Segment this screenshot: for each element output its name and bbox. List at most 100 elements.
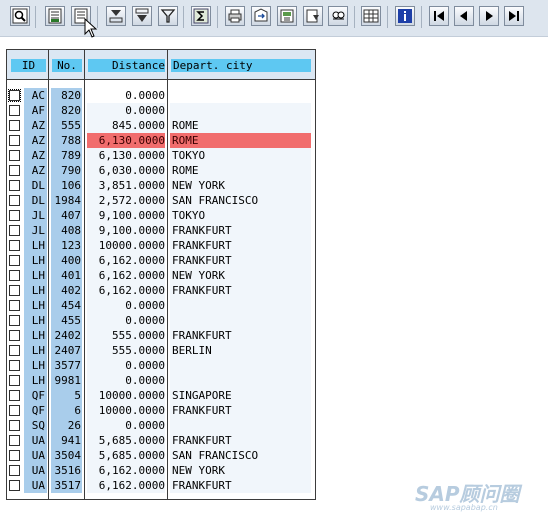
table-row[interactable]: JL 408 9,100.0000 FRANKFURT <box>7 223 315 238</box>
cell-depart-city[interactable]: BERLIN <box>170 343 311 358</box>
table-row[interactable]: AC 820 0.0000 <box>7 88 315 103</box>
cell-no[interactable]: 123 <box>51 238 82 253</box>
row-checkbox[interactable] <box>9 375 20 386</box>
cell-depart-city[interactable]: ROME <box>170 163 311 178</box>
cell-distance[interactable]: 6,130.0000 <box>87 133 165 148</box>
row-checkbox[interactable] <box>9 300 20 311</box>
select-all-icon[interactable] <box>45 6 65 26</box>
cell-no[interactable]: 788 <box>51 133 82 148</box>
table-row[interactable]: DL 106 3,851.0000 NEW YORK <box>7 178 315 193</box>
column-header-depart-city[interactable]: Depart. city <box>171 59 311 72</box>
cell-id[interactable]: UA <box>24 448 47 463</box>
cell-distance[interactable]: 6,162.0000 <box>87 283 165 298</box>
cell-id[interactable]: AZ <box>24 163 47 178</box>
cell-no[interactable]: 5 <box>51 388 82 403</box>
cell-no[interactable]: 26 <box>51 418 82 433</box>
cell-no[interactable]: 790 <box>51 163 82 178</box>
cell-no[interactable]: 3577 <box>51 358 82 373</box>
sort-ascending-icon[interactable] <box>106 6 126 26</box>
cell-depart-city[interactable]: TOKYO <box>170 208 311 223</box>
cell-depart-city[interactable]: NEW YORK <box>170 178 311 193</box>
cell-distance[interactable]: 845.0000 <box>87 118 165 133</box>
cell-distance[interactable]: 10000.0000 <box>87 388 165 403</box>
cell-distance[interactable]: 0.0000 <box>87 298 165 313</box>
save-layout-icon[interactable] <box>277 6 297 26</box>
table-row[interactable]: DL 1984 2,572.0000 SAN FRANCISCO <box>7 193 315 208</box>
table-row[interactable]: LH 2402 555.0000 FRANKFURT <box>7 328 315 343</box>
cell-no[interactable]: 106 <box>51 178 82 193</box>
cell-id[interactable]: LH <box>24 358 47 373</box>
cell-depart-city[interactable]: ROME <box>170 118 311 133</box>
table-row[interactable]: AF 820 0.0000 <box>7 103 315 118</box>
cell-no[interactable]: 3517 <box>51 478 82 493</box>
cell-depart-city[interactable]: FRANKFURT <box>170 328 311 343</box>
row-checkbox[interactable] <box>9 180 20 191</box>
sort-descending-icon[interactable] <box>132 6 152 26</box>
cell-distance[interactable]: 0.0000 <box>87 373 165 388</box>
grid-view-icon[interactable] <box>361 6 381 26</box>
cell-depart-city[interactable]: FRANKFURT <box>170 253 311 268</box>
row-checkbox[interactable] <box>9 270 20 281</box>
cell-depart-city[interactable]: NEW YORK <box>170 463 311 478</box>
cell-distance[interactable]: 6,162.0000 <box>87 253 165 268</box>
filter-icon[interactable] <box>158 6 178 26</box>
cell-depart-city[interactable] <box>170 313 311 328</box>
cell-no[interactable]: 3516 <box>51 463 82 478</box>
find-icon[interactable] <box>328 6 348 26</box>
cell-id[interactable]: SQ <box>24 418 47 433</box>
cell-id[interactable]: AZ <box>24 133 47 148</box>
row-checkbox[interactable] <box>9 240 20 251</box>
cell-distance[interactable]: 6,130.0000 <box>87 148 165 163</box>
cell-distance[interactable]: 5,685.0000 <box>87 433 165 448</box>
details-icon[interactable] <box>10 6 30 26</box>
cell-id[interactable]: LH <box>24 298 47 313</box>
cell-id[interactable]: QF <box>24 403 47 418</box>
cell-no[interactable]: 789 <box>51 148 82 163</box>
cell-depart-city[interactable] <box>170 298 311 313</box>
cell-distance[interactable]: 5,685.0000 <box>87 448 165 463</box>
table-row[interactable]: QF 6 10000.0000 FRANKFURT <box>7 403 315 418</box>
cell-distance[interactable]: 3,851.0000 <box>87 178 165 193</box>
row-checkbox[interactable] <box>9 150 20 161</box>
row-checkbox[interactable] <box>9 330 20 341</box>
table-row[interactable]: UA 3516 6,162.0000 NEW YORK <box>7 463 315 478</box>
row-checkbox[interactable] <box>8 89 21 102</box>
cell-id[interactable]: LH <box>24 313 47 328</box>
row-checkbox[interactable] <box>9 420 20 431</box>
cell-depart-city[interactable]: SAN FRANCISCO <box>170 193 311 208</box>
cell-distance[interactable]: 10000.0000 <box>87 403 165 418</box>
cell-depart-city[interactable]: ROME <box>170 133 311 148</box>
cell-id[interactable]: DL <box>24 178 47 193</box>
cell-no[interactable]: 941 <box>51 433 82 448</box>
row-checkbox[interactable] <box>9 465 20 476</box>
information-icon[interactable] <box>395 6 415 26</box>
cell-no[interactable]: 400 <box>51 253 82 268</box>
table-row[interactable]: LH 400 6,162.0000 FRANKFURT <box>7 253 315 268</box>
cell-depart-city[interactable] <box>170 88 311 103</box>
table-row[interactable]: UA 3504 5,685.0000 SAN FRANCISCO <box>7 448 315 463</box>
cell-id[interactable]: LH <box>24 238 47 253</box>
table-row[interactable]: AZ 790 6,030.0000 ROME <box>7 163 315 178</box>
cell-no[interactable]: 555 <box>51 118 82 133</box>
cell-no[interactable]: 3504 <box>51 448 82 463</box>
table-row[interactable]: QF 5 10000.0000 SINGAPORE <box>7 388 315 403</box>
row-checkbox[interactable] <box>9 195 20 206</box>
cell-distance[interactable]: 0.0000 <box>87 313 165 328</box>
table-row[interactable]: LH 9981 0.0000 <box>7 373 315 388</box>
cell-id[interactable]: JL <box>24 208 47 223</box>
row-checkbox[interactable] <box>9 360 20 371</box>
column-header-no[interactable]: No. <box>52 59 82 72</box>
table-row[interactable]: AZ 789 6,130.0000 TOKYO <box>7 148 315 163</box>
table-row[interactable]: LH 402 6,162.0000 FRANKFURT <box>7 283 315 298</box>
cell-depart-city[interactable] <box>170 103 311 118</box>
cell-depart-city[interactable]: SINGAPORE <box>170 388 311 403</box>
cell-depart-city[interactable]: FRANKFURT <box>170 238 311 253</box>
cell-id[interactable]: QF <box>24 388 47 403</box>
cell-distance[interactable]: 555.0000 <box>87 328 165 343</box>
row-checkbox[interactable] <box>9 285 20 296</box>
cell-id[interactable]: AC <box>24 88 47 103</box>
cell-distance[interactable]: 0.0000 <box>87 418 165 433</box>
row-checkbox[interactable] <box>9 390 20 401</box>
cell-no[interactable]: 2407 <box>51 343 82 358</box>
row-checkbox[interactable] <box>9 120 20 131</box>
